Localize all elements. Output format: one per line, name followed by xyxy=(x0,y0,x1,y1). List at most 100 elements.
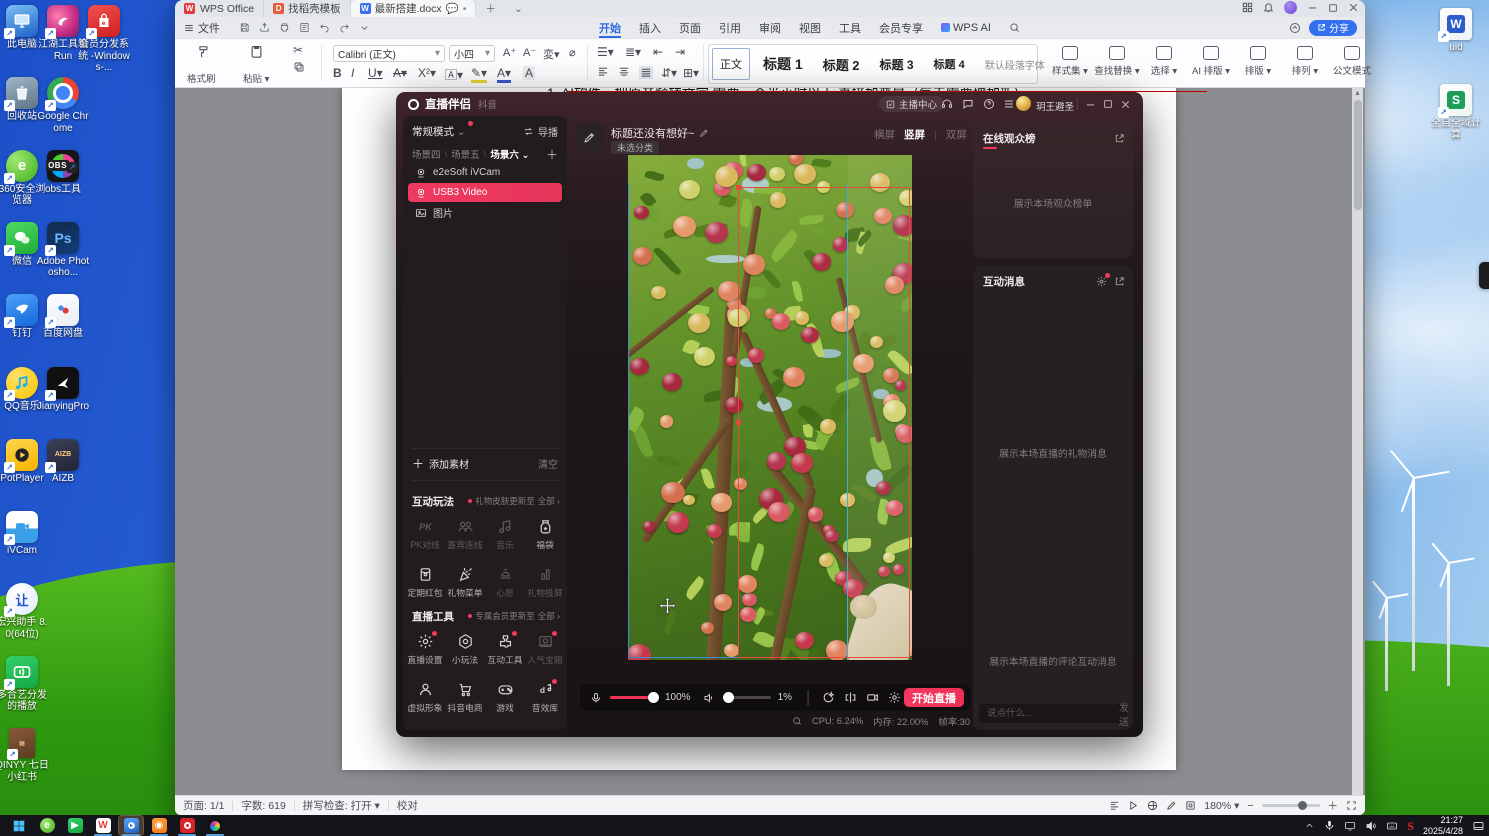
web-layout-icon[interactable] xyxy=(1147,800,1158,811)
stream-minimize-button[interactable] xyxy=(1085,99,1096,110)
zoom-out-button[interactable]: − xyxy=(1247,800,1253,812)
strikethrough-button[interactable]: A▾ xyxy=(393,66,407,80)
feature-礼物菜单[interactable]: 礼物菜单 xyxy=(445,562,485,606)
source-item-e2eSoft iVCam[interactable]: e2eSoft iVCam xyxy=(408,163,562,182)
style-正文[interactable]: 正文 xyxy=(712,48,750,80)
scene-tab-场景五[interactable]: 场景五 xyxy=(451,147,480,161)
desktop-icon-exceldoc[interactable]: S ↗ 全自全域计算 xyxy=(1428,84,1484,141)
feature-PK对线[interactable]: PK PK对线 xyxy=(405,514,445,558)
scroll-up-icon[interactable]: ▲ xyxy=(1352,88,1363,99)
feature-互动工具[interactable]: 互动工具 xyxy=(485,629,525,673)
desktop-icon-baidupan[interactable]: ↗ 百度网盘 xyxy=(35,294,91,340)
director-button[interactable]: 导播 xyxy=(523,124,558,139)
app-capcut[interactable] xyxy=(203,816,227,836)
edit-mode-icon[interactable] xyxy=(1166,800,1177,811)
cut-icon[interactable]: ✂ xyxy=(293,43,303,57)
desktop-icon-qinyy[interactable]: ▦ ↗ QINYY 七日小红书 xyxy=(0,728,50,783)
style-默认段落字体[interactable]: 默认段落字体 xyxy=(978,48,1052,80)
bullets-button[interactable]: ☰▾ xyxy=(597,45,614,59)
anchor-center-button[interactable]: 主播中心 xyxy=(879,96,945,112)
desktop-icon-obstool[interactable]: OBS ↗ obs工具 xyxy=(35,149,91,196)
numbering-button[interactable]: ≣▾ xyxy=(625,45,641,59)
feature-嘉宾连线[interactable]: 嘉宾连线 xyxy=(445,514,485,558)
tray-mic-icon[interactable] xyxy=(1324,820,1335,831)
redo-icon[interactable] xyxy=(339,22,350,33)
feature-抖音电商[interactable]: 抖音电商 xyxy=(445,677,485,721)
customize-toolbar-icon[interactable] xyxy=(359,22,370,33)
feature-直播设置[interactable]: 直播设置 xyxy=(405,629,445,673)
desktop-icon-member[interactable]: e ↗ 会员分发系统 -Windows-... xyxy=(76,5,132,74)
clear-sources-button[interactable]: 清空 xyxy=(538,456,558,471)
desktop-icon-jianying[interactable]: ↗ JianyingPro xyxy=(35,366,91,413)
app-orange-cam[interactable]: ◉ xyxy=(147,816,171,836)
ribbon-tool-公文模式[interactable]: 公文模式 xyxy=(1329,44,1375,77)
document-tab-1[interactable]: W 最新搭建.docx 💬 • xyxy=(350,0,477,17)
menu-tab-页面[interactable]: 页面 xyxy=(670,17,710,38)
new-tab-button[interactable]: ＋ xyxy=(476,0,505,17)
ribbon-tool-AI 排版[interactable]: AI 排版 ▾ xyxy=(1188,44,1234,77)
menu-tab-会员专享[interactable]: 会员专享 xyxy=(870,17,932,38)
underline-button[interactable]: U▾ xyxy=(368,66,383,80)
phonetic-guide-icon[interactable]: 変▾ xyxy=(543,46,560,62)
scene-tab-场景六[interactable]: 场景六 ⌄ xyxy=(490,147,529,161)
export-icon[interactable] xyxy=(259,22,270,33)
messages-settings-icon[interactable] xyxy=(1096,272,1110,287)
feature-礼物投屏[interactable]: 礼物投屏 xyxy=(525,562,565,606)
feature-小玩法[interactable]: 小玩法 xyxy=(445,629,485,673)
style-标题 1[interactable]: 标题 1 xyxy=(756,48,810,80)
tray-display-icon[interactable] xyxy=(1344,820,1356,832)
edit-room-title-icon[interactable] xyxy=(699,128,709,138)
highlight-color-button[interactable]: ✎▾ xyxy=(471,66,488,83)
collapse-ribbon-icon[interactable] xyxy=(1289,22,1301,34)
scene-tab-场景四[interactable]: 场景四 xyxy=(412,147,441,161)
category-tag[interactable]: 未选分类 xyxy=(611,141,660,154)
preview-icon[interactable] xyxy=(299,22,310,33)
add-source-button[interactable]: ＋添加素材 xyxy=(412,455,469,472)
tab-list-chevron-icon[interactable]: ⌄ xyxy=(505,0,532,17)
ribbon-tool-选择[interactable]: 选择 ▾ xyxy=(1141,44,1187,77)
desktop-icon-aizb[interactable]: AIZB ↗ AIZB xyxy=(35,438,91,485)
menu-tab-工具[interactable]: 工具 xyxy=(830,17,870,38)
resize-handle[interactable] xyxy=(736,185,741,190)
resize-handle[interactable] xyxy=(736,419,741,425)
increase-indent-icon[interactable]: ⇥ xyxy=(675,45,685,59)
popout-viewers-icon[interactable] xyxy=(1114,133,1125,144)
decrease-indent-icon[interactable]: ⇤ xyxy=(653,45,663,59)
chat-feedback-icon[interactable] xyxy=(962,98,974,110)
app-360-browser[interactable]: e xyxy=(35,816,59,835)
status-proof[interactable]: 校对 xyxy=(397,798,418,813)
zoom-in-button[interactable]: ＋ xyxy=(1328,798,1339,813)
scrollbar-thumb[interactable] xyxy=(1353,100,1362,210)
bell-icon[interactable] xyxy=(1263,2,1274,13)
tray-sogou-icon[interactable]: S xyxy=(1407,817,1414,835)
paste-icon[interactable] xyxy=(249,44,264,59)
feature-游戏[interactable]: 游戏 xyxy=(485,677,525,721)
paste-label[interactable]: 粘贴 ▾ xyxy=(243,71,269,85)
beauty-icon[interactable] xyxy=(822,691,835,704)
document-scrollbar[interactable]: ▲ xyxy=(1352,88,1363,795)
fullscreen-icon[interactable] xyxy=(1346,800,1357,811)
tray-expand-icon[interactable] xyxy=(1304,820,1315,831)
desktop-icon-greenplay[interactable]: ↗ 多合艺分发的播放 xyxy=(0,655,50,713)
undo-icon[interactable] xyxy=(319,22,330,33)
start-button[interactable] xyxy=(7,816,31,835)
account-avatar[interactable] xyxy=(1284,1,1297,14)
file-menu[interactable]: 文件 xyxy=(175,17,229,38)
style-标题 2[interactable]: 标题 2 xyxy=(816,48,867,80)
search-icon[interactable] xyxy=(1000,17,1029,38)
room-title[interactable]: 标题还没有想好~ xyxy=(611,125,694,141)
edge-widget[interactable] xyxy=(1479,262,1489,289)
status-spellcheck[interactable]: 拼写检查: 打开 ▾ xyxy=(303,798,380,813)
italic-button[interactable]: I xyxy=(351,66,354,80)
screen-mode-竖屏[interactable]: 竖屏 xyxy=(904,127,925,142)
shrink-font-icon[interactable]: A⁻ xyxy=(523,46,536,59)
screen-mode-双屏[interactable]: 双屏 xyxy=(946,127,967,142)
message-input[interactable] xyxy=(987,708,1119,719)
page-fit-icon[interactable] xyxy=(1185,800,1196,811)
user-avatar[interactable] xyxy=(1016,96,1031,111)
feature-音效库[interactable]: d 音效库 xyxy=(525,677,565,721)
desktop-icon-ivcam[interactable]: ↗ iVCam xyxy=(0,511,50,557)
font-name-select[interactable]: Calibri (正文) ▾ xyxy=(333,45,445,62)
print-icon[interactable] xyxy=(279,22,290,33)
apps-grid-icon[interactable] xyxy=(1242,2,1253,13)
